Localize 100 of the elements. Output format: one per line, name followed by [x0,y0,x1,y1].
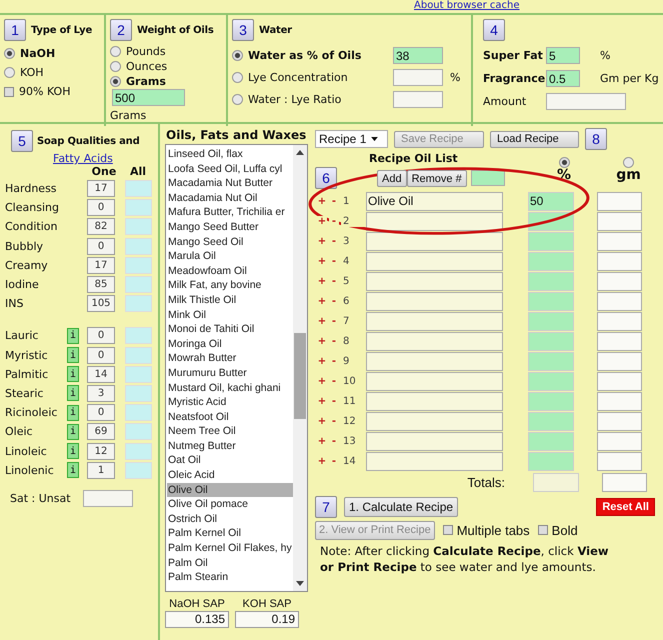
gram-field[interactable] [597,192,642,210]
oil-item[interactable]: Meadowfoam Oil [167,264,247,278]
gram-field[interactable] [597,312,642,330]
add-row-button[interactable]: + [317,436,327,446]
radio-button[interactable] [623,157,634,168]
add-button[interactable]: Add [377,170,407,187]
info-button[interactable]: i [67,366,79,382]
reset-all-button[interactable]: Reset All [596,498,655,516]
oil-item[interactable]: Palm Kernel Oil Flakes, hy [167,541,292,556]
load-recipe-button[interactable]: Load Recipe [490,130,579,148]
water-field[interactable]: 38 [393,46,443,64]
gram-field[interactable] [597,252,642,270]
oil-item[interactable]: Milk Fat, any bovine [167,278,262,293]
info-button[interactable]: i [67,424,79,440]
percent-field[interactable] [528,292,574,310]
scrollbar[interactable] [293,145,307,591]
checkbox[interactable] [4,86,14,96]
add-row-button[interactable]: + [317,296,327,306]
oil-item[interactable]: Macadamia Nut Butter [167,176,272,191]
water-field[interactable] [393,68,443,86]
oil-name-field[interactable] [366,232,503,250]
radio-button[interactable] [110,61,121,72]
oil-item[interactable]: Macadamia Nut Oil [167,190,258,206]
fatty-acids-link[interactable]: Fatty Acids [53,152,158,165]
oil-item[interactable]: Olive Oil pomace [167,497,248,512]
scroll-up-icon[interactable] [296,149,304,155]
step-number[interactable]: 7 [315,496,337,518]
percent-field[interactable] [528,252,574,270]
step-number[interactable]: 1 [4,19,26,41]
checkbox[interactable] [538,525,548,535]
add-row-button[interactable]: + [317,416,327,426]
input-field[interactable]: 0.5 [546,70,580,87]
oil-item[interactable]: Moringa Oil [167,336,222,352]
oil-item[interactable]: Marula Oil [167,249,216,264]
add-row-button[interactable]: + [317,256,327,266]
remove-row-button[interactable]: - [329,216,339,226]
oil-item[interactable]: Mango Seed Butter [167,220,258,235]
add-row-button[interactable]: + [317,356,327,366]
oil-name-field[interactable] [366,372,503,390]
percent-field[interactable] [528,412,574,430]
info-button[interactable]: i [67,443,79,460]
add-row-button[interactable]: + [317,336,327,346]
browser-cache-link[interactable]: About browser cache [414,0,520,12]
info-button[interactable]: i [67,328,79,344]
oil-item[interactable]: Monoi de Tahiti Oil [167,322,254,337]
percent-field[interactable] [528,452,574,470]
add-row-button[interactable]: + [317,276,327,286]
oil-item[interactable]: Mafura Butter, Trichilia er [167,205,285,220]
oil-item[interactable]: Ostrich Oil [167,512,218,526]
row-number-field[interactable] [470,170,505,186]
oil-name-field[interactable] [366,212,503,230]
radio-button[interactable] [232,72,243,82]
oil-item[interactable]: Murumuru Butter [167,366,247,380]
step-number[interactable]: 5 [11,130,33,152]
add-row-button[interactable]: + [317,456,327,466]
oil-item[interactable]: Palm Stearin [167,570,228,585]
gram-field[interactable] [597,272,642,290]
add-row-button[interactable]: + [317,396,327,406]
percent-field[interactable] [528,272,574,290]
info-button[interactable]: i [67,404,79,421]
oil-name-field[interactable] [366,412,503,430]
add-row-button[interactable]: + [317,216,327,226]
oil-name-field[interactable] [366,292,503,310]
percent-field[interactable]: 50 [528,192,574,210]
oil-name-field[interactable] [366,392,503,410]
oil-item[interactable]: Milk Thistle Oil [167,292,236,308]
oil-item[interactable]: Oat Oil [167,453,201,468]
percent-field[interactable] [528,372,574,390]
info-button[interactable]: i [67,462,79,478]
oil-item[interactable]: Olive Oil [167,482,293,498]
radio-button[interactable] [232,94,243,104]
add-row-button[interactable]: + [317,236,327,246]
gram-field[interactable] [597,332,642,350]
radio-button[interactable] [558,157,570,168]
percent-field[interactable] [528,332,574,350]
oil-item[interactable]: Nutmeg Butter [167,438,236,454]
oil-name-field[interactable]: Olive Oil [366,192,503,210]
oil-item[interactable]: Mowrah Butter [167,351,236,366]
radio-button[interactable] [232,50,243,60]
step-number[interactable]: 8 [585,128,607,150]
oil-item[interactable]: Myristic Acid [167,395,226,410]
oil-name-field[interactable] [366,432,503,450]
checkbox[interactable] [442,525,453,535]
gram-field[interactable] [597,392,642,410]
oil-item[interactable]: Neem Tree Oil [167,424,236,439]
add-row-button[interactable]: + [317,376,327,386]
step-number[interactable]: 4 [483,19,505,41]
calculate-button[interactable]: 1. Calculate Recipe [344,497,458,517]
water-field[interactable] [393,90,443,108]
input-field[interactable]: 5 [546,47,580,64]
gram-field[interactable] [597,452,642,470]
add-row-button[interactable]: + [317,316,327,326]
oil-item[interactable]: Mango Seed Oil [167,234,244,250]
percent-field[interactable] [528,232,574,250]
radio-button[interactable] [110,76,121,87]
recipe-dropdown[interactable]: Recipe 1 [315,130,388,148]
oil-item[interactable]: Palm Oil [167,556,208,570]
radio-button[interactable] [4,67,15,78]
oil-name-field[interactable] [366,252,503,270]
oil-name-field[interactable] [366,272,503,290]
